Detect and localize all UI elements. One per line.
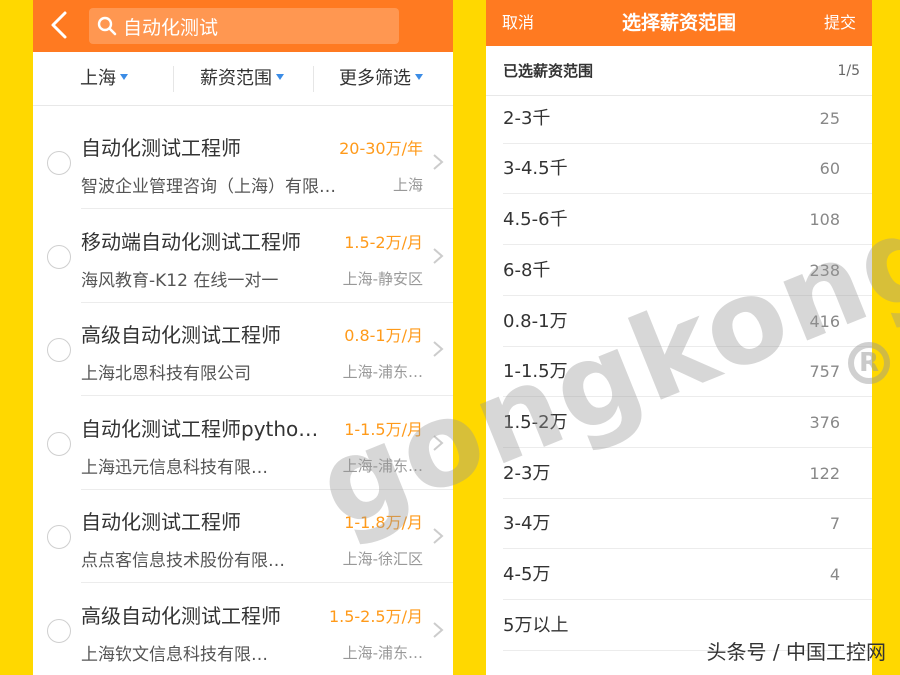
chevron-right-icon <box>433 528 444 544</box>
range-label: 4.5-6千 <box>503 209 568 231</box>
filter-more-label: 更多筛选 <box>339 68 411 89</box>
back-arrow-icon <box>51 11 67 39</box>
select-radio[interactable] <box>47 618 71 643</box>
range-label: 2-3千 <box>503 107 551 129</box>
submit-button[interactable]: 提交 <box>824 0 856 46</box>
job-salary: 1.5-2.5万/月 <box>328 606 423 626</box>
filter-city[interactable]: 上海 <box>80 52 128 106</box>
job-list-item[interactable]: 自动化测试工程师 20-30万/年 智波企业管理咨询（上海）有限… 上海 <box>33 116 453 209</box>
job-list-item[interactable]: 高级自动化测试工程师 0.8-1万/月上海北恩科技有限公司 上海-浦东… <box>33 303 453 396</box>
salary-range-option[interactable]: 2-3千 25 <box>486 93 872 144</box>
search-input[interactable] <box>123 8 391 44</box>
filter-salary-label: 薪资范围 <box>200 68 272 89</box>
range-label: 3-4万 <box>503 513 551 535</box>
salary-picker-title: 选择薪资范围 <box>621 12 736 34</box>
salary-range-option[interactable]: 3-4万 7 <box>486 498 872 550</box>
filter-bar: 上海 薪资范围 更多筛选 <box>33 52 453 106</box>
registered-mark-icon: R <box>848 342 890 384</box>
filter-divider <box>173 66 174 92</box>
job-location: 上海-浦东… <box>342 363 423 381</box>
job-list-item[interactable]: 高级自动化测试工程师 1.5-2.5万/月上海钦文信息科技有限… 上海-浦东… <box>33 584 453 675</box>
back-button[interactable] <box>43 6 83 46</box>
range-label: 3-4.5千 <box>503 158 568 180</box>
job-salary: 0.8-1万/月 <box>344 326 423 345</box>
salary-range-option[interactable]: 3-4.5千 60 <box>486 143 872 195</box>
range-label: 5万以上 <box>503 614 569 636</box>
salary-range-option[interactable]: 4-5万 4 <box>486 549 872 600</box>
salary-picker-header: 选择薪资范围 取消 提交 <box>486 0 872 46</box>
job-list-item[interactable]: 移动端自动化测试工程师 1.5-2万/月海风教育-K12 在线一对一 上海-静安区 <box>33 210 453 303</box>
job-title: 自动化测试工程师 <box>81 136 241 160</box>
job-location: 上海-静安区 <box>342 269 423 288</box>
job-title: 自动化测试工程师 <box>81 510 241 534</box>
range-label: 4-5万 <box>503 564 551 585</box>
dropdown-triangle-icon <box>415 74 423 80</box>
job-search-panel: 上海 薪资范围 更多筛选 自动化测试工程师 20-30万/年智波企业管理咨询（上海… <box>33 0 453 675</box>
company-name: 点点客信息技术股份有限… <box>81 551 285 571</box>
job-salary: 1.5-2万/月 <box>344 232 423 252</box>
select-radio[interactable] <box>47 431 71 456</box>
job-location: 上海 <box>392 176 423 194</box>
job-location: 上海-浦东… <box>342 643 423 662</box>
select-radio[interactable] <box>47 151 71 175</box>
source-credit: 头条号 / 中国工控网 <box>706 640 886 664</box>
chevron-right-icon <box>433 247 444 264</box>
range-count: 376 <box>809 412 840 432</box>
chevron-right-icon <box>433 621 444 638</box>
range-count: 122 <box>809 463 840 483</box>
search-box[interactable] <box>89 8 399 44</box>
range-count: 7 <box>829 514 840 534</box>
job-title: 移动端自动化测试工程师 <box>81 229 301 254</box>
range-count: 60 <box>819 159 840 179</box>
job-title: 自动化测试工程师pytho… <box>81 416 319 441</box>
job-title: 高级自动化测试工程师 <box>81 603 281 628</box>
filter-more[interactable]: 更多筛选 <box>339 52 423 106</box>
dropdown-triangle-icon <box>276 74 284 80</box>
select-radio[interactable] <box>47 244 71 269</box>
select-radio[interactable] <box>47 338 71 362</box>
range-count: 25 <box>819 108 840 128</box>
selected-range-label: 已选薪资范围 <box>503 62 594 80</box>
selected-range-bar: 已选薪资范围 1/5 <box>486 46 872 96</box>
filter-salary[interactable]: 薪资范围 <box>200 52 284 106</box>
chevron-right-icon <box>433 154 444 170</box>
job-title: 高级自动化测试工程师 <box>81 323 281 347</box>
search-header <box>33 0 453 52</box>
range-label: 6-8千 <box>503 259 551 281</box>
search-icon <box>97 16 117 36</box>
company-name: 上海钦文信息科技有限… <box>81 644 268 665</box>
range-count: 4 <box>829 565 840 584</box>
job-salary: 20-30万/年 <box>339 139 423 158</box>
cancel-button[interactable]: 取消 <box>502 0 534 46</box>
company-name: 海风教育-K12 在线一对一 <box>81 270 279 291</box>
chevron-right-icon <box>433 341 444 357</box>
select-radio[interactable] <box>47 525 71 549</box>
filter-city-label: 上海 <box>80 68 116 89</box>
company-name: 上海北恩科技有限公司 <box>81 364 251 384</box>
dropdown-triangle-icon <box>120 74 128 80</box>
company-name: 智波企业管理咨询（上海）有限… <box>81 177 336 197</box>
filter-divider <box>313 66 314 92</box>
page-indicator: 1/5 <box>837 63 860 79</box>
